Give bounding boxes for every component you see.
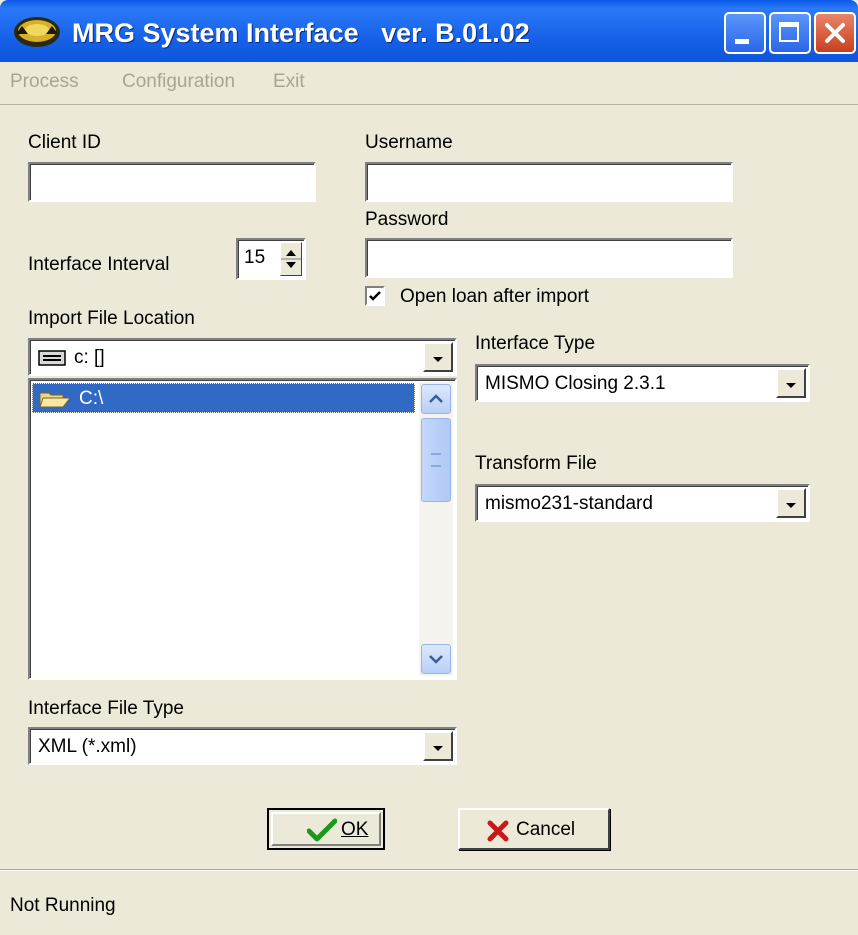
chevron-down-icon <box>429 655 443 664</box>
chevron-down-icon[interactable] <box>423 342 453 372</box>
close-icon[interactable] <box>814 12 856 54</box>
app-icon <box>14 17 60 47</box>
checkmark-icon <box>307 818 337 842</box>
chevron-down-icon <box>286 262 296 268</box>
menu-configuration[interactable]: Configuration <box>122 71 235 93</box>
menu-exit[interactable]: Exit <box>273 71 305 93</box>
drive-select-value: c: [] <box>74 347 105 368</box>
ok-button-label: OK <box>341 819 369 840</box>
scroll-up-button[interactable] <box>421 384 451 414</box>
client-id-label: Client ID <box>28 132 101 153</box>
chevron-up-icon <box>286 250 296 256</box>
cancel-button[interactable]: Cancel <box>458 808 610 850</box>
status-bar: Not Running <box>0 870 858 935</box>
interval-spin-buttons[interactable] <box>280 242 302 276</box>
cancel-button-label: Cancel <box>516 819 576 840</box>
folder-item-label: C:\ <box>79 388 104 409</box>
open-loan-checkbox[interactable] <box>365 286 385 306</box>
scroll-thumb[interactable] <box>421 418 451 502</box>
interface-file-type-label: Interface File Type <box>28 698 184 719</box>
menu-process[interactable]: Process <box>10 71 79 93</box>
import-file-location-label: Import File Location <box>28 308 195 329</box>
interface-type-label: Interface Type <box>475 333 596 354</box>
menu-bar: Process Configuration Exit <box>0 62 858 105</box>
chevron-down-icon[interactable] <box>776 368 806 398</box>
list-item[interactable]: C:\ <box>32 383 415 413</box>
interface-interval-label: Interface Interval <box>28 254 170 275</box>
username-input[interactable] <box>365 162 733 202</box>
status-text: Not Running <box>10 895 116 916</box>
cancel-x-icon <box>487 820 509 842</box>
checkmark-icon <box>369 291 381 301</box>
username-label: Username <box>365 132 453 153</box>
folder-open-icon <box>39 392 71 408</box>
password-input[interactable] <box>365 238 733 278</box>
interface-interval-value: 15 <box>244 247 266 268</box>
transform-file-label: Transform File <box>475 453 597 474</box>
scroll-down-button[interactable] <box>421 644 451 674</box>
drive-select[interactable]: c: [] <box>28 338 457 376</box>
folder-list[interactable]: C:\ <box>28 378 457 680</box>
chevron-down-icon[interactable] <box>776 488 806 518</box>
interface-interval-spinner[interactable]: 15 <box>236 238 306 280</box>
client-id-input[interactable] <box>28 162 316 202</box>
minimize-icon[interactable] <box>724 12 766 54</box>
password-label: Password <box>365 209 449 230</box>
transform-file-value: mismo231-standard <box>485 493 653 514</box>
open-loan-label: Open loan after import <box>400 286 590 307</box>
interface-file-type-select[interactable]: XML (*.xml) <box>28 727 457 765</box>
interface-type-value: MISMO Closing 2.3.1 <box>485 373 666 394</box>
interface-type-select[interactable]: MISMO Closing 2.3.1 <box>475 364 810 402</box>
chevron-down-icon[interactable] <box>423 731 453 761</box>
folder-list-scrollbar[interactable] <box>419 382 453 676</box>
maximize-icon[interactable] <box>769 12 811 54</box>
transform-file-select[interactable]: mismo231-standard <box>475 484 810 522</box>
drive-icon <box>38 350 66 366</box>
window-title: MRG System Interface ver. B.01.02 <box>72 18 530 48</box>
app-window: MRG System Interface ver. B.01.02 Proces… <box>0 0 858 935</box>
chevron-up-icon <box>429 394 443 403</box>
interface-file-type-value: XML (*.xml) <box>38 736 137 757</box>
ok-button[interactable]: OK <box>267 808 385 850</box>
